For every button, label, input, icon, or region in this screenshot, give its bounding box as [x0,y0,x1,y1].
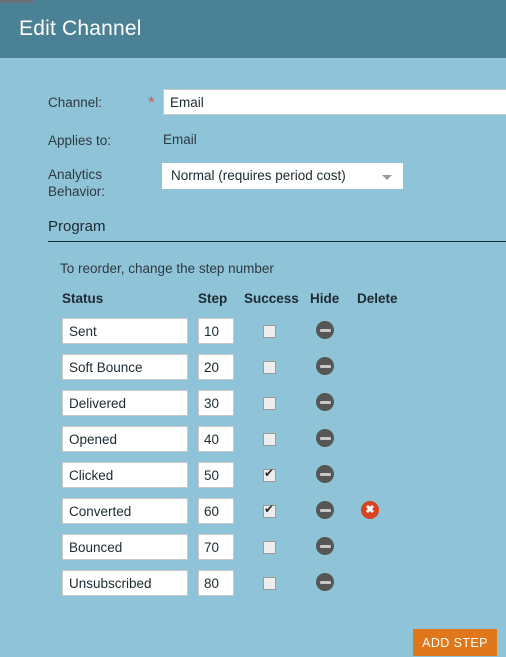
table-row [0,534,506,570]
page-title: Edit Channel [19,17,142,40]
table-row [0,498,506,534]
reorder-hint: To reorder, change the step number [60,261,274,276]
success-checkbox[interactable] [263,577,276,590]
hide-minus-icon[interactable] [316,357,334,375]
success-checkbox[interactable] [263,502,276,518]
program-section-title: Program [48,218,106,235]
analytics-behavior-label-line2: Behavior: [48,184,106,199]
step-number-input[interactable] [198,534,234,560]
channel-input[interactable] [163,89,506,115]
chevron-down-icon [382,175,392,180]
applies-to-value: Email [163,132,197,147]
table-row [0,462,506,498]
analytics-behavior-selected-value: Normal (requires period cost) [171,168,346,183]
applies-to-label: Applies to: [48,133,112,148]
hide-minus-icon[interactable] [316,465,334,483]
channel-label: Channel: [48,95,103,110]
column-header-delete: Delete [357,291,398,306]
step-number-input[interactable] [198,354,234,380]
table-row [0,426,506,462]
success-checkbox[interactable] [263,433,276,446]
analytics-behavior-select[interactable]: Normal (requires period cost) [162,163,403,189]
add-step-button[interactable]: ADD STEP [413,629,497,656]
table-row [0,570,506,606]
status-input[interactable] [62,354,188,380]
step-number-input[interactable] [198,390,234,416]
hide-minus-icon[interactable] [316,501,334,519]
delete-x-icon[interactable] [361,501,379,519]
status-input[interactable] [62,570,188,596]
analytics-behavior-label-line1: Analytics [48,167,103,182]
column-header-status: Status [62,291,104,306]
table-row [0,354,506,390]
status-input[interactable] [62,318,188,344]
hide-minus-icon[interactable] [316,321,334,339]
status-input[interactable] [62,462,188,488]
step-number-input[interactable] [198,570,234,596]
step-number-input[interactable] [198,318,234,344]
step-number-input[interactable] [198,462,234,488]
status-input[interactable] [62,426,188,452]
hide-minus-icon[interactable] [316,573,334,591]
success-checkbox[interactable] [263,397,276,410]
window-titlebar: Edit Channel [0,0,506,58]
program-section-divider [48,241,506,242]
success-checkbox[interactable] [263,466,276,482]
column-header-success: Success [244,291,299,306]
hide-minus-icon[interactable] [316,537,334,555]
required-star-icon: * [148,93,155,112]
step-number-input[interactable] [198,498,234,524]
step-number-input[interactable] [198,426,234,452]
success-checkbox[interactable] [263,541,276,554]
status-input[interactable] [62,390,188,416]
titlebar-notch [0,0,34,3]
status-input[interactable] [62,498,188,524]
column-header-step: Step [198,291,228,306]
table-row [0,318,506,354]
status-input[interactable] [62,534,188,560]
hide-minus-icon[interactable] [316,429,334,447]
column-header-hide: Hide [310,291,340,306]
success-checkbox[interactable] [263,325,276,338]
hide-minus-icon[interactable] [316,393,334,411]
success-checkbox[interactable] [263,361,276,374]
table-row [0,390,506,426]
edit-channel-form: Channel: * Applies to: Email Analytics B… [0,58,506,656]
